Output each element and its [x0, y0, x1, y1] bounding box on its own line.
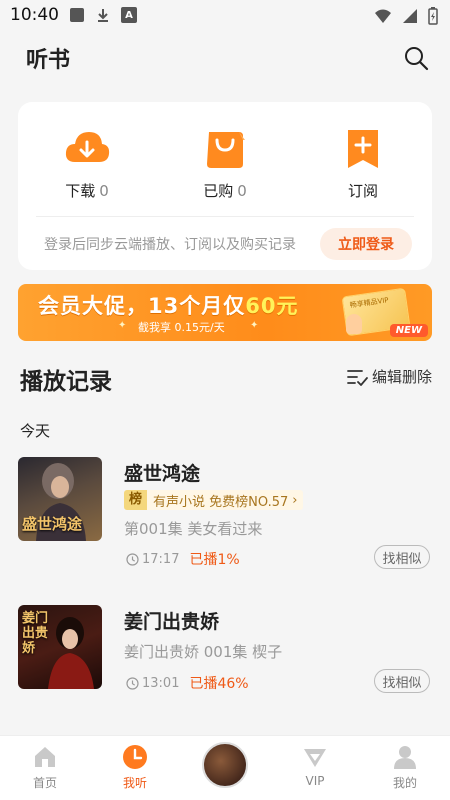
- login-hint: 登录后同步云端播放、订阅以及购买记录: [44, 237, 296, 253]
- banner-title: 会员大促，13个月仅60元: [38, 290, 298, 320]
- edit-list-icon: [347, 369, 368, 386]
- subscribe-label: 订阅: [348, 180, 378, 201]
- a-status-letter: A: [125, 9, 133, 21]
- tab-home[interactable]: 首页: [0, 736, 90, 800]
- search-button[interactable]: [402, 44, 430, 72]
- tab-listen[interactable]: 我听: [90, 736, 180, 800]
- cover-title-text: 姜门出贵娇: [22, 611, 49, 656]
- tab-vip-label: VIP: [305, 774, 325, 788]
- book-cover[interactable]: 盛世鸿途: [18, 457, 102, 541]
- cover-title-text: 盛世鸿途: [22, 515, 83, 533]
- banner-title-text: 会员大促，13个月仅: [38, 294, 246, 318]
- card-divider: [36, 216, 414, 217]
- app-header: 听书: [0, 30, 450, 86]
- new-badge: NEW: [389, 324, 428, 337]
- played-progress: 已播1%: [189, 552, 240, 568]
- banner-subtitle: 截我享 0.15元/天: [138, 321, 225, 334]
- user-icon: [394, 746, 416, 769]
- book-title: 姜门出贵娇: [124, 611, 220, 633]
- download-text: 下载: [65, 182, 96, 200]
- battery-icon: [428, 7, 438, 29]
- a-status-icon: A: [121, 7, 137, 23]
- vip-promo-banner[interactable]: 会员大促，13个月仅60元 截我享 0.15元/天 ✦ ✦ 畅享精品VIP NE…: [18, 284, 432, 341]
- shopping-bag-icon: [207, 132, 245, 168]
- chevron-right-icon: ›: [292, 492, 298, 508]
- bookmark-plus-icon: [348, 130, 378, 168]
- banner-title-price: 60元: [245, 294, 299, 318]
- wifi-icon: [374, 8, 392, 28]
- download-button[interactable]: 下载 0: [18, 102, 156, 214]
- clock-icon: [126, 552, 139, 566]
- download-status-icon: [95, 7, 111, 23]
- rank-badge: 榜: [124, 490, 148, 510]
- clock-icon: [123, 745, 147, 769]
- rank-text: 有声小说 免费榜NO.57: [153, 494, 289, 510]
- edit-delete-label: 编辑删除: [371, 368, 432, 386]
- vip-icon: [304, 749, 326, 767]
- download-label: 下载 0: [65, 180, 109, 201]
- purchased-count: 0: [237, 182, 247, 200]
- played-progress: 已播46%: [189, 676, 249, 692]
- subscribe-button[interactable]: 订阅: [294, 102, 432, 214]
- quick-actions-row: 下载 0 已购 0 订阅: [18, 102, 432, 214]
- tab-mine-label: 我的: [392, 776, 417, 790]
- edit-delete-button[interactable]: 编辑删除: [346, 366, 432, 387]
- played-time: 13:01: [142, 675, 180, 691]
- date-group-label: 今天: [20, 422, 51, 440]
- search-icon: [405, 47, 429, 71]
- episode-title: 第001集 美女看过来: [124, 520, 263, 538]
- bottom-tab-bar: 首页 我听 VIP 我的: [0, 735, 450, 800]
- history-item[interactable]: 盛世鸿途 盛世鸿途 榜 有声小说 免费榜NO.57 › 第001集 美女看过来 …: [0, 457, 450, 577]
- page-title: 听书: [26, 48, 71, 73]
- purchased-button[interactable]: 已购 0: [156, 102, 294, 214]
- find-similar-button[interactable]: 找相似: [374, 669, 430, 693]
- signal-icon: [402, 8, 418, 28]
- tab-listen-label: 我听: [122, 776, 147, 790]
- meta-row: 17:17 已播1%: [126, 549, 240, 569]
- account-card: 下载 0 已购 0 订阅 登录后同步云端播放、订阅以及购买记录 立即登录: [18, 102, 432, 270]
- episode-title: 姜门出贵娇 001集 楔子: [124, 643, 283, 661]
- download-count: 0: [99, 182, 109, 200]
- app-notification-icon: [69, 7, 85, 23]
- history-item[interactable]: 姜门出贵娇 姜门出贵娇 姜门出贵娇 001集 楔子 13:01 已播46% 找相…: [0, 605, 450, 725]
- hand-graphic: [346, 314, 362, 334]
- book-cover[interactable]: 姜门出贵娇: [18, 605, 102, 689]
- tab-mine[interactable]: 我的: [360, 736, 450, 800]
- vip-card-text: 畅享精品VIP: [349, 296, 390, 310]
- played-time: 17:17: [142, 551, 180, 567]
- tab-player[interactable]: [180, 736, 270, 800]
- subscribe-text: 订阅: [347, 182, 378, 200]
- tab-vip[interactable]: VIP: [270, 736, 360, 800]
- section-title: 播放记录: [20, 369, 112, 395]
- home-icon: [35, 747, 55, 767]
- book-title: 盛世鸿途: [124, 463, 201, 485]
- cloud-download-icon: [65, 132, 110, 162]
- find-similar-button[interactable]: 找相似: [374, 545, 430, 569]
- clock-icon: [126, 676, 139, 690]
- sparkle-icon: ✦: [250, 320, 259, 331]
- sparkle-icon: ✦: [118, 320, 127, 331]
- status-time: 10:40: [10, 5, 59, 25]
- purchased-label: 已购 0: [203, 180, 247, 201]
- tab-home-label: 首页: [32, 776, 57, 790]
- meta-row: 13:01 已播46%: [126, 673, 249, 693]
- purchased-text: 已购: [203, 182, 234, 200]
- now-playing-cover[interactable]: [202, 742, 248, 788]
- rank-tag[interactable]: 榜 有声小说 免费榜NO.57 ›: [124, 490, 304, 510]
- status-bar: 10:40 A: [0, 0, 450, 30]
- login-button[interactable]: 立即登录: [320, 228, 412, 260]
